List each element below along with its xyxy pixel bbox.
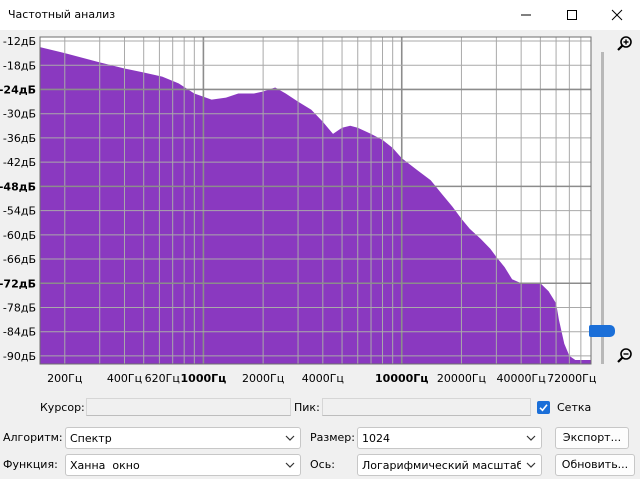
x-tick-label: 10000Гц (375, 372, 428, 385)
grid-checkbox[interactable] (537, 401, 550, 414)
zoom-in-icon[interactable] (616, 35, 634, 53)
function-select[interactable]: Ханна окно (65, 454, 301, 476)
axis-select[interactable]: Логарифмический масштаб (357, 454, 542, 476)
x-tick-label: 400Гц (107, 372, 142, 385)
y-axis-labels: -12дБ -18дБ -24дБ -30дБ -36дБ -42дБ -48дБ -54дБ… (0, 35, 36, 363)
title-bar: Частотный анализ (0, 0, 640, 30)
minimize-icon (521, 14, 531, 16)
function-label: Функция: (3, 458, 58, 471)
chevron-down-icon (526, 462, 536, 468)
y-tick-label: -78дБ (3, 301, 36, 314)
y-tick-label: -18дБ (3, 59, 36, 72)
x-tick-label: 620Гц (145, 372, 180, 385)
y-tick-label: -66дБ (3, 253, 36, 266)
maximize-button[interactable] (549, 0, 595, 30)
refresh-button[interactable]: Обновить... (555, 454, 635, 476)
window-title: Частотный анализ (8, 8, 116, 21)
y-tick-label: -60дБ (3, 229, 36, 242)
minimize-button[interactable] (503, 0, 549, 30)
function-value: Ханна окно (70, 459, 140, 472)
size-label: Размер: (310, 431, 355, 444)
spectrum-chart[interactable]: -12дБ -18дБ -24дБ -30дБ -36дБ -42дБ -48дБ -54дБ… (0, 30, 596, 390)
y-tick-label: -48дБ (0, 180, 36, 193)
y-tick-label: -42дБ (3, 156, 36, 169)
algorithm-select[interactable]: Спектр (65, 427, 301, 449)
x-tick-label: 72000Гц (547, 372, 596, 385)
peak-label: Пик: (294, 401, 320, 414)
y-tick-label: -36дБ (3, 132, 36, 145)
y-tick-label: -72дБ (0, 277, 36, 290)
x-axis-labels: 200Гц 400Гц 620Гц 1000Гц 2000Гц 4000Гц 10000Гц… (47, 372, 596, 385)
y-tick-label: -30дБ (3, 108, 36, 121)
zoom-slider-track[interactable] (601, 52, 604, 364)
size-select[interactable]: 1024 (357, 427, 542, 449)
cursor-readout (86, 398, 291, 416)
y-tick-label: -90дБ (3, 350, 36, 363)
y-tick-label: -12дБ (3, 35, 36, 48)
x-tick-label: 40000Гц (497, 372, 546, 385)
zoom-slider-thumb[interactable] (589, 325, 615, 337)
y-tick-label: -54дБ (3, 205, 36, 218)
algorithm-label: Алгоритм: (3, 431, 63, 444)
algorithm-value: Спектр (70, 432, 112, 445)
chevron-down-icon (526, 435, 536, 441)
axis-label: Ось: (310, 458, 335, 471)
x-tick-label: 4000Гц (302, 372, 344, 385)
close-icon (611, 9, 623, 21)
zoom-out-icon[interactable] (616, 347, 634, 365)
checkmark-icon (539, 404, 548, 412)
x-tick-label: 200Гц (47, 372, 82, 385)
cursor-label: Курсор: (40, 401, 85, 414)
grid-checkbox-label[interactable]: Сетка (557, 401, 591, 414)
chevron-down-icon (285, 462, 295, 468)
maximize-icon (567, 10, 577, 20)
y-tick-label: -24дБ (0, 83, 36, 96)
axis-value: Логарифмический масштаб (362, 459, 521, 472)
peak-readout (322, 398, 531, 416)
close-button[interactable] (594, 0, 640, 30)
x-tick-label: 20000Гц (437, 372, 486, 385)
size-value: 1024 (362, 432, 390, 445)
chevron-down-icon (285, 435, 295, 441)
y-tick-label: -84дБ (3, 326, 36, 339)
x-tick-label: 1000Гц (181, 372, 227, 385)
x-tick-label: 2000Гц (242, 372, 284, 385)
export-button[interactable]: Экспорт... (555, 427, 629, 449)
